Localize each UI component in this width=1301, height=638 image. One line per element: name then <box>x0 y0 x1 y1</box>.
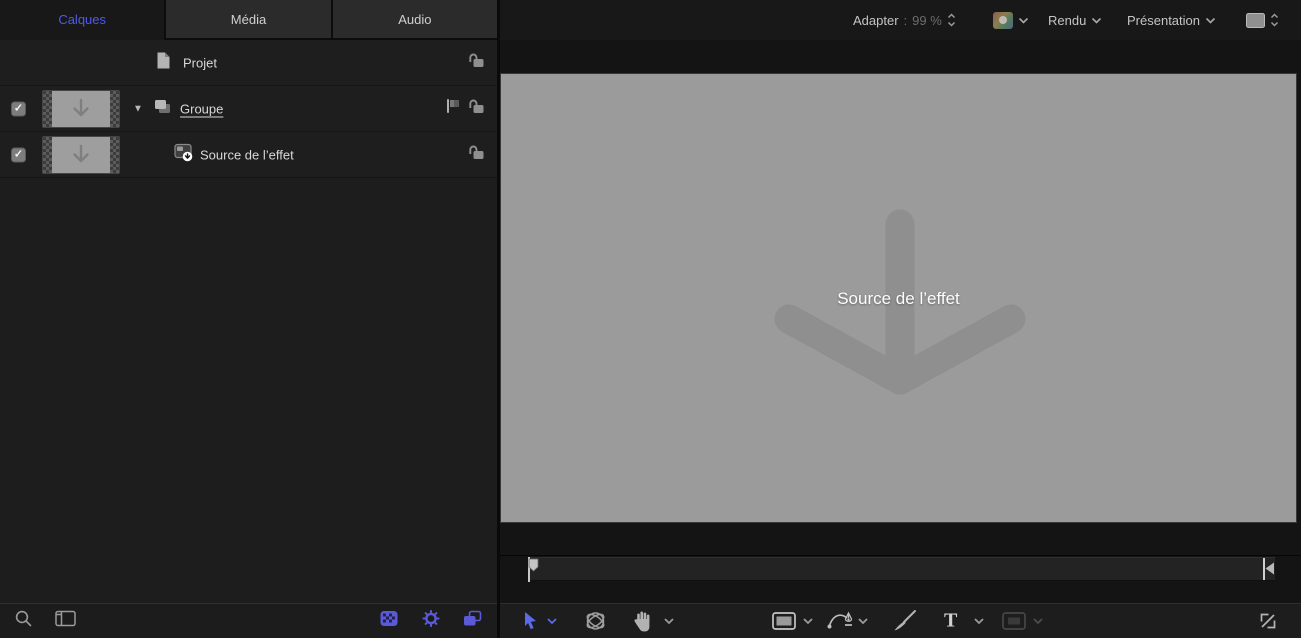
text-tool[interactable]: T <box>944 610 957 633</box>
select-transform-tool[interactable] <box>522 611 539 631</box>
layers-panel: Calques Média Audio Projet <box>0 0 497 638</box>
expand-timing-icon[interactable] <box>1258 611 1278 631</box>
hand-tool[interactable] <box>633 610 653 632</box>
layer-row-projet[interactable]: Projet <box>0 40 497 86</box>
unlock-icon[interactable] <box>467 99 485 119</box>
panel-layout-icon[interactable] <box>55 610 77 633</box>
presentation-menu[interactable]: Présentation <box>1127 0 1216 40</box>
tab-media[interactable]: Média <box>164 0 330 40</box>
render-label: Rendu <box>1048 13 1086 28</box>
display-icon <box>1246 13 1265 28</box>
hand-tool-chevron-icon[interactable] <box>663 617 675 625</box>
thumb-film-edge <box>43 137 52 173</box>
transparency-checkerboard-icon[interactable] <box>380 611 398 632</box>
layer-name: Projet <box>183 55 217 70</box>
rectangle-tool-chevron-icon[interactable] <box>802 617 814 625</box>
canvas-toolbar: T <box>500 603 1301 638</box>
layer-name: Source de l’effet <box>200 147 294 162</box>
stepper-icon <box>1270 12 1279 28</box>
layers-panel-footer <box>0 603 497 638</box>
thumb-film-edge <box>110 137 119 173</box>
zoom-value: 99 % <box>912 13 942 28</box>
display-selector[interactable] <box>1246 0 1279 40</box>
unlock-icon[interactable] <box>467 145 485 165</box>
project-document-icon <box>156 51 171 74</box>
bezier-tool-chevron-icon[interactable] <box>857 617 869 625</box>
viewer-toolbar: Adapter : 99 % Rendu <box>500 0 1301 40</box>
disclosure-triangle[interactable]: ▼ <box>133 103 143 114</box>
group-icon <box>153 98 172 120</box>
mask-tool-chevron-icon[interactable] <box>1032 617 1044 625</box>
search-icon[interactable] <box>14 609 33 633</box>
rectangle-tool[interactable] <box>772 612 796 630</box>
text-tool-chevron-icon[interactable] <box>973 617 985 625</box>
channels-menu[interactable] <box>993 0 1029 40</box>
canvas-area: Adapter : 99 % Rendu <box>500 0 1301 638</box>
color-channels-icon <box>993 12 1013 29</box>
select-tool-chevron-icon[interactable] <box>546 617 558 625</box>
mask-tool[interactable] <box>1002 612 1026 630</box>
layer-enable-checkbox[interactable]: ✓ <box>11 101 26 116</box>
layer-row-source-effet[interactable]: ✓ Source de l’effet <box>0 132 497 178</box>
thumb-arrow-icon <box>66 143 96 167</box>
panel-tabbar: Calques Média Audio <box>0 0 497 40</box>
chevron-down-icon <box>1091 17 1102 24</box>
effect-source-icon <box>174 142 195 167</box>
layers-stack-icon[interactable] <box>463 610 482 632</box>
flag-icon[interactable] <box>445 98 461 119</box>
unlock-icon[interactable] <box>467 53 485 73</box>
gear-icon[interactable] <box>422 610 440 633</box>
layers-list: Projet ✓ <box>0 40 497 178</box>
canvas-placeholder-text: Source de l’effet <box>501 289 1296 309</box>
chevron-down-icon <box>1205 17 1216 24</box>
thumb-film-edge <box>110 91 119 127</box>
canvas-stage[interactable]: Source de l’effet <box>501 74 1296 522</box>
3d-transform-tool[interactable] <box>583 609 608 633</box>
mini-timeline[interactable] <box>528 557 1275 581</box>
paint-stroke-tool[interactable] <box>892 609 918 633</box>
layer-row-groupe[interactable]: ✓ ▼ Groupe <box>0 86 497 132</box>
stepper-icon[interactable] <box>947 12 956 28</box>
layer-enable-checkbox[interactable]: ✓ <box>11 147 26 162</box>
bezier-tool[interactable] <box>826 609 856 633</box>
text-tool-glyph: T <box>944 610 957 633</box>
tab-audio[interactable]: Audio <box>331 0 497 40</box>
motion-window: Calques Média Audio Projet <box>0 0 1301 638</box>
presentation-label: Présentation <box>1127 13 1200 28</box>
thumb-arrow-icon <box>66 97 96 121</box>
timeline-border <box>500 555 1301 556</box>
layer-thumbnail[interactable] <box>42 136 120 174</box>
chevron-down-icon <box>1018 17 1029 24</box>
project-end-marker[interactable] <box>1262 557 1276 586</box>
tab-calques[interactable]: Calques <box>0 0 164 40</box>
zoom-separator: : <box>904 13 908 28</box>
thumb-film-edge <box>43 91 52 127</box>
zoom-label: Adapter <box>853 13 899 28</box>
zoom-control[interactable]: Adapter : 99 % <box>853 0 956 40</box>
playhead[interactable] <box>526 556 540 588</box>
layer-name: Groupe <box>180 101 223 116</box>
layer-thumbnail[interactable] <box>42 90 120 128</box>
render-menu[interactable]: Rendu <box>1048 0 1102 40</box>
